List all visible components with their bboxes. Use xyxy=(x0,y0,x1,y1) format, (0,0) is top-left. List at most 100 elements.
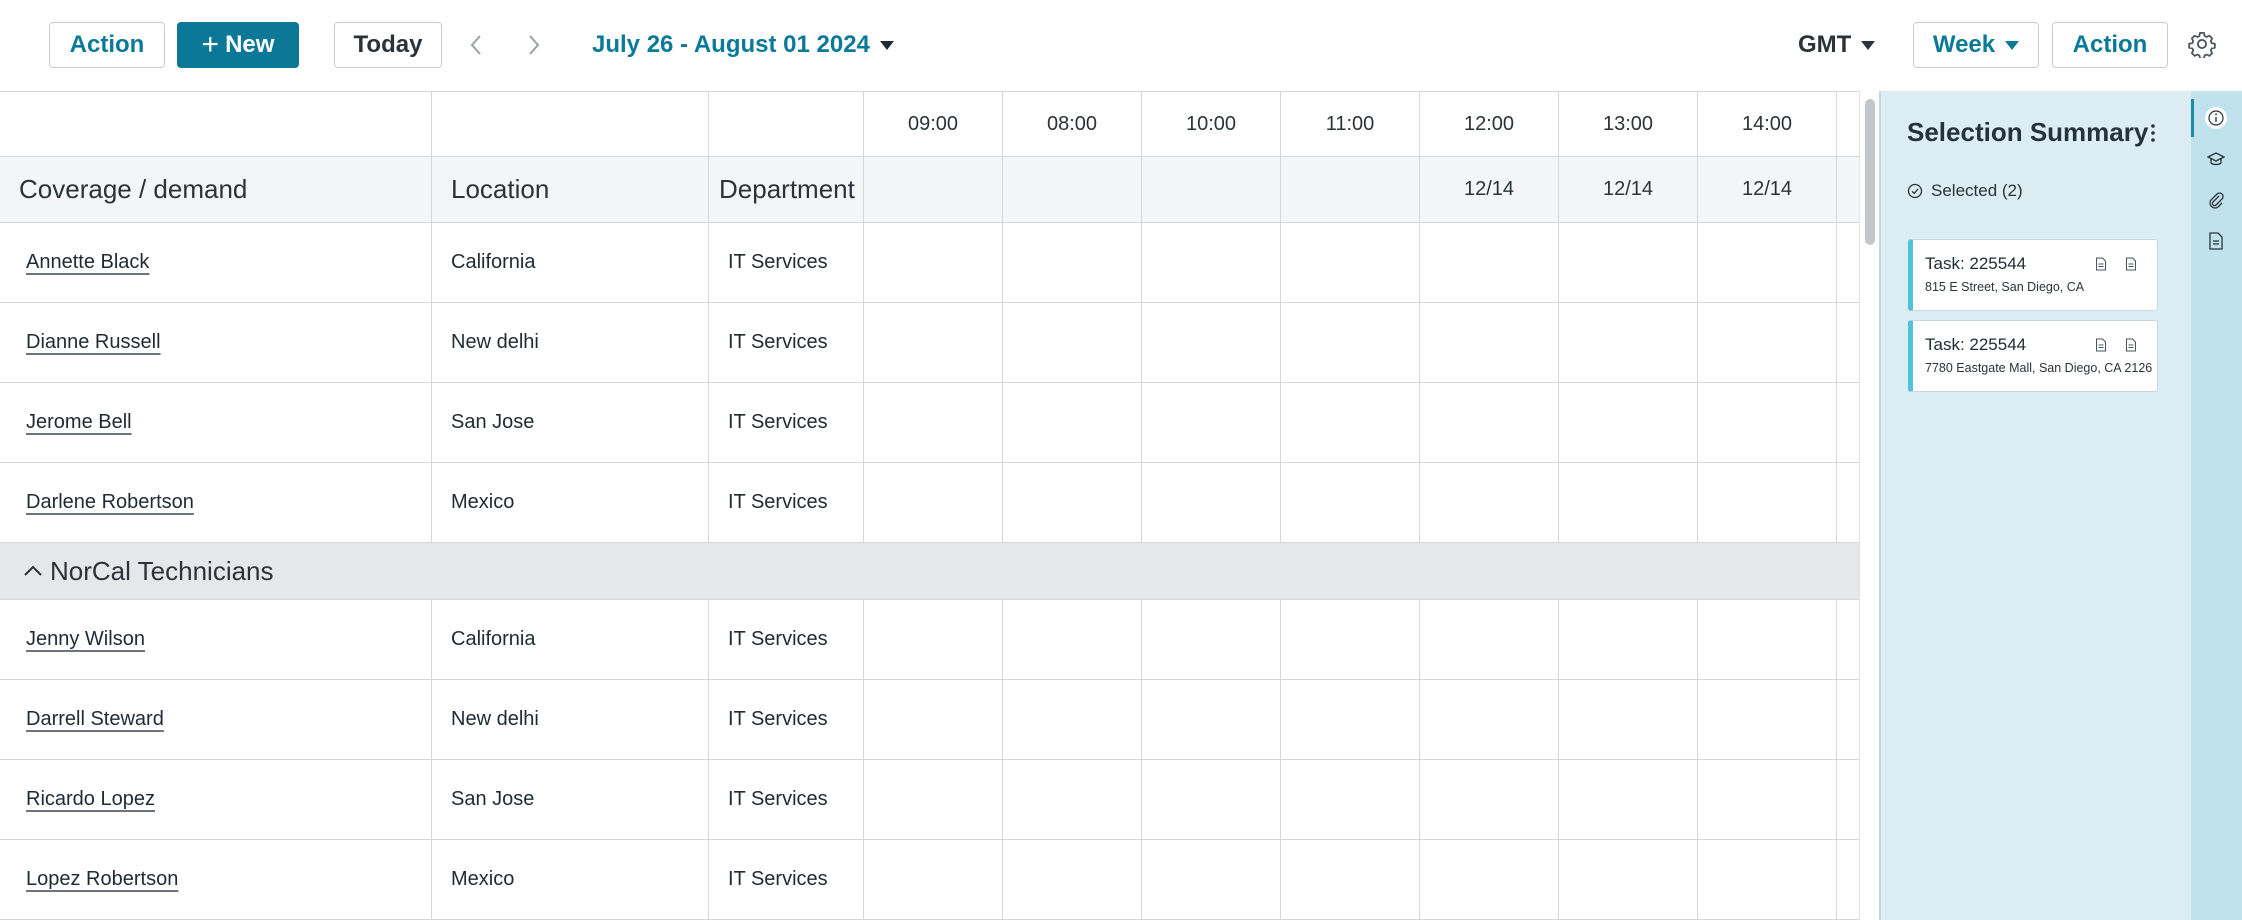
resource-name-link[interactable]: Darlene Robertson xyxy=(0,463,432,542)
scrollbar-thumb[interactable] xyxy=(1865,99,1875,245)
today-button[interactable]: Today xyxy=(334,22,442,68)
table-row[interactable]: Darlene Robertson Mexico IT Services xyxy=(0,463,1859,543)
location-column-header[interactable]: Location xyxy=(432,157,709,222)
time-slot-cell[interactable] xyxy=(1698,840,1837,919)
time-slot-cell[interactable] xyxy=(1003,600,1142,679)
time-slot-cell[interactable] xyxy=(864,680,1003,759)
time-slot-cell[interactable] xyxy=(1559,303,1698,382)
resource-name-link[interactable]: Dianne Russell xyxy=(0,303,432,382)
time-slot-cell[interactable] xyxy=(1281,760,1420,839)
time-slot-cell[interactable] xyxy=(1559,223,1698,302)
time-slot-cell[interactable] xyxy=(1698,680,1837,759)
time-slot-cell[interactable] xyxy=(864,303,1003,382)
time-slot-cell[interactable] xyxy=(864,840,1003,919)
time-slot-cell[interactable] xyxy=(864,600,1003,679)
time-slot-cell[interactable] xyxy=(1420,463,1559,542)
chevron-up-icon[interactable] xyxy=(22,560,44,582)
time-slot-cell[interactable] xyxy=(1698,383,1837,462)
action-button-left[interactable]: Action xyxy=(49,22,165,68)
time-slot-cell[interactable] xyxy=(864,383,1003,462)
task-card[interactable]: Task: 225544 815 E Street, San Diego, CA xyxy=(1908,239,2158,311)
info-tab[interactable] xyxy=(2204,106,2228,130)
time-slot-cell[interactable] xyxy=(1142,760,1281,839)
time-slot-cell[interactable] xyxy=(1420,840,1559,919)
time-slot-cell[interactable] xyxy=(1420,303,1559,382)
timezone-dropdown[interactable]: GMT xyxy=(1798,27,1876,63)
table-row[interactable]: Lopez Robertson Mexico IT Services xyxy=(0,840,1859,920)
time-slot-cell[interactable] xyxy=(1420,760,1559,839)
table-row[interactable]: Ricardo Lopez San Jose IT Services xyxy=(0,760,1859,840)
time-slot-cell[interactable] xyxy=(1420,600,1559,679)
time-slot-cell[interactable] xyxy=(1420,223,1559,302)
time-slot-cell[interactable] xyxy=(1142,303,1281,382)
time-slot-cell[interactable] xyxy=(1281,303,1420,382)
time-slot-cell[interactable] xyxy=(864,760,1003,839)
time-slot-cell[interactable] xyxy=(1559,463,1698,542)
table-row[interactable]: Darrell Steward New delhi IT Services xyxy=(0,680,1859,760)
table-row[interactable]: Annette Black California IT Services xyxy=(0,223,1859,303)
time-slot-cell[interactable] xyxy=(1003,840,1142,919)
time-slot-cell[interactable] xyxy=(1281,840,1420,919)
time-slot-cell[interactable] xyxy=(1698,600,1837,679)
time-slot-cell[interactable] xyxy=(1003,223,1142,302)
time-slot-cell[interactable] xyxy=(1559,760,1698,839)
time-slot-cell[interactable] xyxy=(1281,680,1420,759)
time-slot-cell[interactable] xyxy=(1142,600,1281,679)
date-range-picker[interactable]: July 26 - August 01 2024 xyxy=(592,27,894,63)
time-slot-cell[interactable] xyxy=(1142,463,1281,542)
resource-name-link[interactable]: Jenny Wilson xyxy=(0,600,432,679)
coverage-column-header[interactable]: Coverage / demand xyxy=(0,157,432,222)
document-icon[interactable] xyxy=(2125,338,2137,352)
previous-week-button[interactable] xyxy=(462,30,490,60)
table-row[interactable]: Jenny Wilson California IT Services xyxy=(0,600,1859,680)
gear-icon[interactable] xyxy=(2188,30,2216,58)
resource-name-link[interactable]: Annette Black xyxy=(0,223,432,302)
time-slot-cell[interactable] xyxy=(1281,600,1420,679)
group-header[interactable]: NorCal Technicians xyxy=(0,543,1859,600)
task-card[interactable]: Task: 225544 7780 Eastgate Mall, San Die… xyxy=(1908,320,2158,392)
time-slot-cell[interactable] xyxy=(864,463,1003,542)
document-icon[interactable] xyxy=(2125,257,2137,271)
time-slot-cell[interactable] xyxy=(1281,463,1420,542)
document-tab[interactable] xyxy=(2204,229,2228,253)
time-slot-cell[interactable] xyxy=(1142,680,1281,759)
time-slot-cell[interactable] xyxy=(1698,463,1837,542)
time-slot-cell[interactable] xyxy=(1559,600,1698,679)
time-slot-cell[interactable] xyxy=(1142,840,1281,919)
resource-name-link[interactable]: Jerome Bell xyxy=(0,383,432,462)
time-slot-cell[interactable] xyxy=(1559,383,1698,462)
resource-name-link[interactable]: Lopez Robertson xyxy=(0,840,432,919)
view-dropdown[interactable]: Week xyxy=(1913,22,2039,68)
learning-tab[interactable] xyxy=(2204,147,2228,171)
time-slot-cell[interactable] xyxy=(1003,383,1142,462)
new-button[interactable]: + New xyxy=(177,22,299,68)
time-slot-cell[interactable] xyxy=(1003,463,1142,542)
time-slot-cell[interactable] xyxy=(1281,223,1420,302)
time-slot-cell[interactable] xyxy=(1142,223,1281,302)
time-slot-cell[interactable] xyxy=(1698,303,1837,382)
table-row[interactable]: Dianne Russell New delhi IT Services xyxy=(0,303,1859,383)
department-column-header[interactable]: Department xyxy=(709,157,864,222)
resource-name-link[interactable]: Ricardo Lopez xyxy=(0,760,432,839)
document-icon[interactable] xyxy=(2095,338,2107,352)
table-row[interactable]: Jerome Bell San Jose IT Services xyxy=(0,383,1859,463)
resource-name-link[interactable]: Darrell Steward xyxy=(0,680,432,759)
time-slot-cell[interactable] xyxy=(1420,383,1559,462)
time-slot-cell[interactable] xyxy=(1281,383,1420,462)
time-slot-cell[interactable] xyxy=(1142,383,1281,462)
document-icon[interactable] xyxy=(2095,257,2107,271)
grid-scrollbar[interactable] xyxy=(1859,91,1879,920)
attachments-tab[interactable] xyxy=(2204,188,2228,212)
time-slot-cell[interactable] xyxy=(1420,680,1559,759)
time-slot-cell[interactable] xyxy=(1698,760,1837,839)
time-slot-cell[interactable] xyxy=(864,223,1003,302)
action-button-right[interactable]: Action xyxy=(2052,22,2168,68)
more-options-icon[interactable] xyxy=(2149,123,2157,143)
time-slot-cell[interactable] xyxy=(1559,680,1698,759)
time-slot-cell[interactable] xyxy=(1003,760,1142,839)
time-slot-cell[interactable] xyxy=(1003,680,1142,759)
time-slot-cell[interactable] xyxy=(1559,840,1698,919)
time-slot-cell[interactable] xyxy=(1003,303,1142,382)
time-slot-cell[interactable] xyxy=(1698,223,1837,302)
next-week-button[interactable] xyxy=(520,30,548,60)
